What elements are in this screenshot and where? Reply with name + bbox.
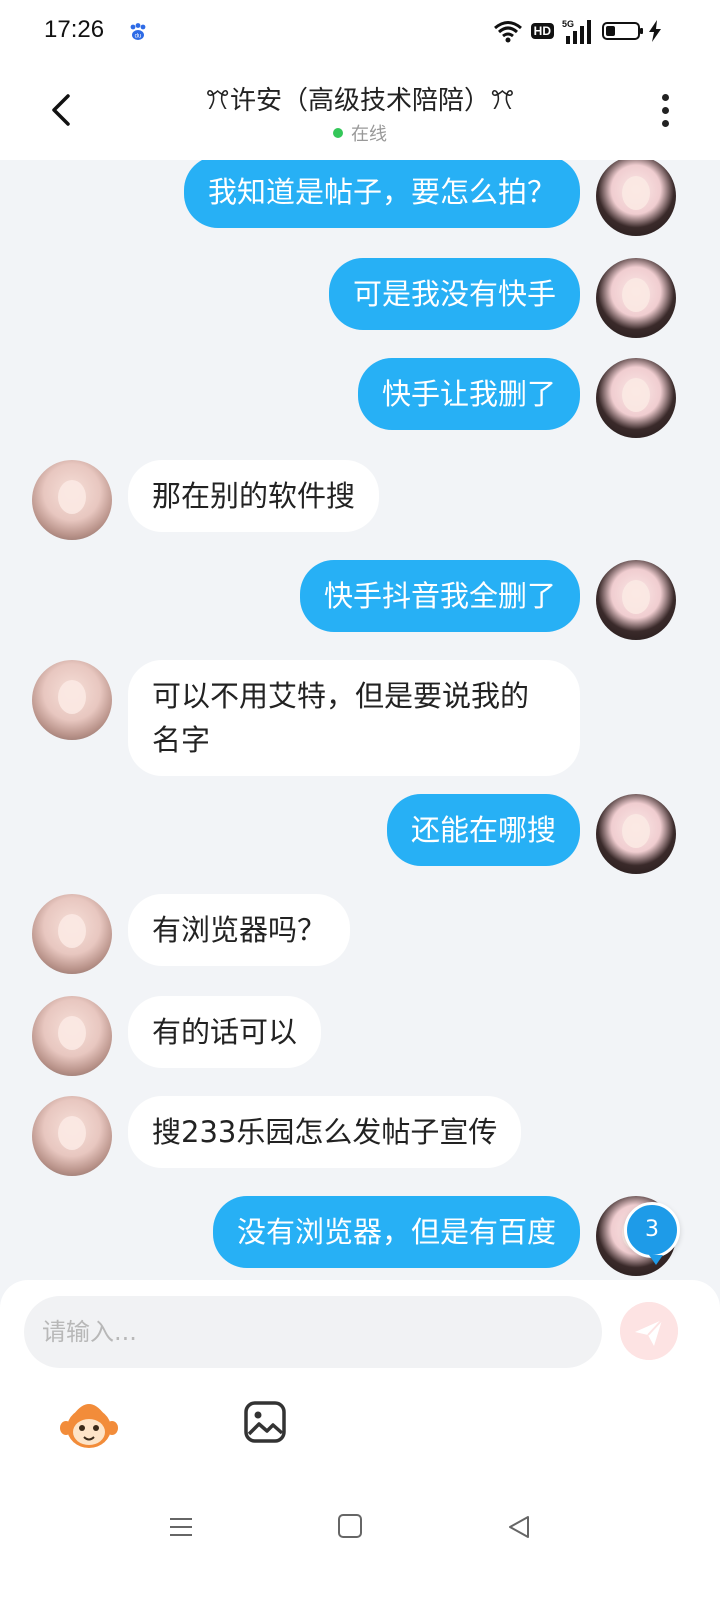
message-bubble-sent[interactable]: 我知道是帖子，要怎么拍？ [183, 160, 580, 228]
back-icon[interactable] [506, 1514, 532, 1540]
my-avatar[interactable] [596, 358, 676, 438]
online-status: 在线 [0, 120, 720, 146]
unread-count-badge[interactable]: 3 [624, 1202, 680, 1265]
signal-icon: 5G [562, 19, 591, 44]
message-bubble-received[interactable]: 可以不用艾特，但是要说我的名字 [128, 660, 580, 776]
online-dot-icon [333, 128, 343, 138]
svg-text:5G: 5G [562, 19, 574, 29]
svg-text:du: du [135, 34, 142, 40]
charging-icon [649, 20, 661, 42]
contact-avatar[interactable] [32, 660, 112, 740]
contact-avatar[interactable] [32, 1096, 112, 1176]
hd-icon: HD [530, 23, 554, 39]
contact-avatar[interactable] [32, 894, 112, 974]
my-avatar[interactable] [596, 560, 676, 640]
message-bubble-received[interactable]: 有的话可以 [128, 996, 322, 1068]
online-status-label: 在线 [351, 124, 387, 145]
more-options-icon[interactable] [660, 94, 670, 130]
battery-icon [602, 22, 643, 40]
menu-icon[interactable] [168, 1514, 194, 1540]
message-bubble-received[interactable]: 有浏览器吗？ [128, 894, 351, 966]
system-nav-bar [0, 1490, 720, 1570]
contact-avatar[interactable] [32, 460, 112, 540]
chat-header: ꔫ许安（高级技术陪陪）ꔫ 在线 [0, 64, 720, 160]
message-bubble-sent[interactable]: 没有浏览器，但是有百度 [212, 1196, 580, 1268]
message-bubble-received[interactable]: 那在别的软件搜 [128, 460, 380, 532]
my-avatar[interactable] [596, 160, 676, 236]
message-list[interactable]: 我知道是帖子，要怎么拍？ 可是我没有快手 快手让我删了 那在别的软件搜 快手抖音… [0, 160, 720, 1308]
image-icon[interactable] [243, 1400, 287, 1444]
status-bar: 17:26 du HD 5G [0, 0, 720, 64]
home-icon[interactable] [338, 1514, 362, 1538]
message-bubble-sent[interactable]: 还能在哪搜 [386, 794, 580, 866]
monkey-sticker-icon[interactable] [60, 1398, 118, 1450]
chat-title: ꔫ许安（高级技术陪陪）ꔫ [205, 86, 515, 116]
my-avatar[interactable] [596, 258, 676, 338]
message-bubble-received[interactable]: 搜233乐园怎么发帖子宣传 [128, 1096, 522, 1168]
message-bubble-sent[interactable]: 可是我没有快手 [328, 258, 580, 330]
battery-level [606, 26, 615, 36]
wifi-icon [493, 21, 522, 43]
message-bubble-sent[interactable]: 快手抖音我全删了 [299, 560, 580, 632]
message-bubble-sent[interactable]: 快手让我删了 [357, 358, 580, 430]
my-avatar[interactable] [596, 794, 676, 874]
contact-avatar[interactable] [32, 996, 112, 1076]
status-time: 17:26 [44, 16, 105, 43]
message-input[interactable]: 请输入... [24, 1296, 602, 1368]
send-icon[interactable] [620, 1302, 678, 1360]
baidu-paw-icon: du [130, 23, 146, 40]
